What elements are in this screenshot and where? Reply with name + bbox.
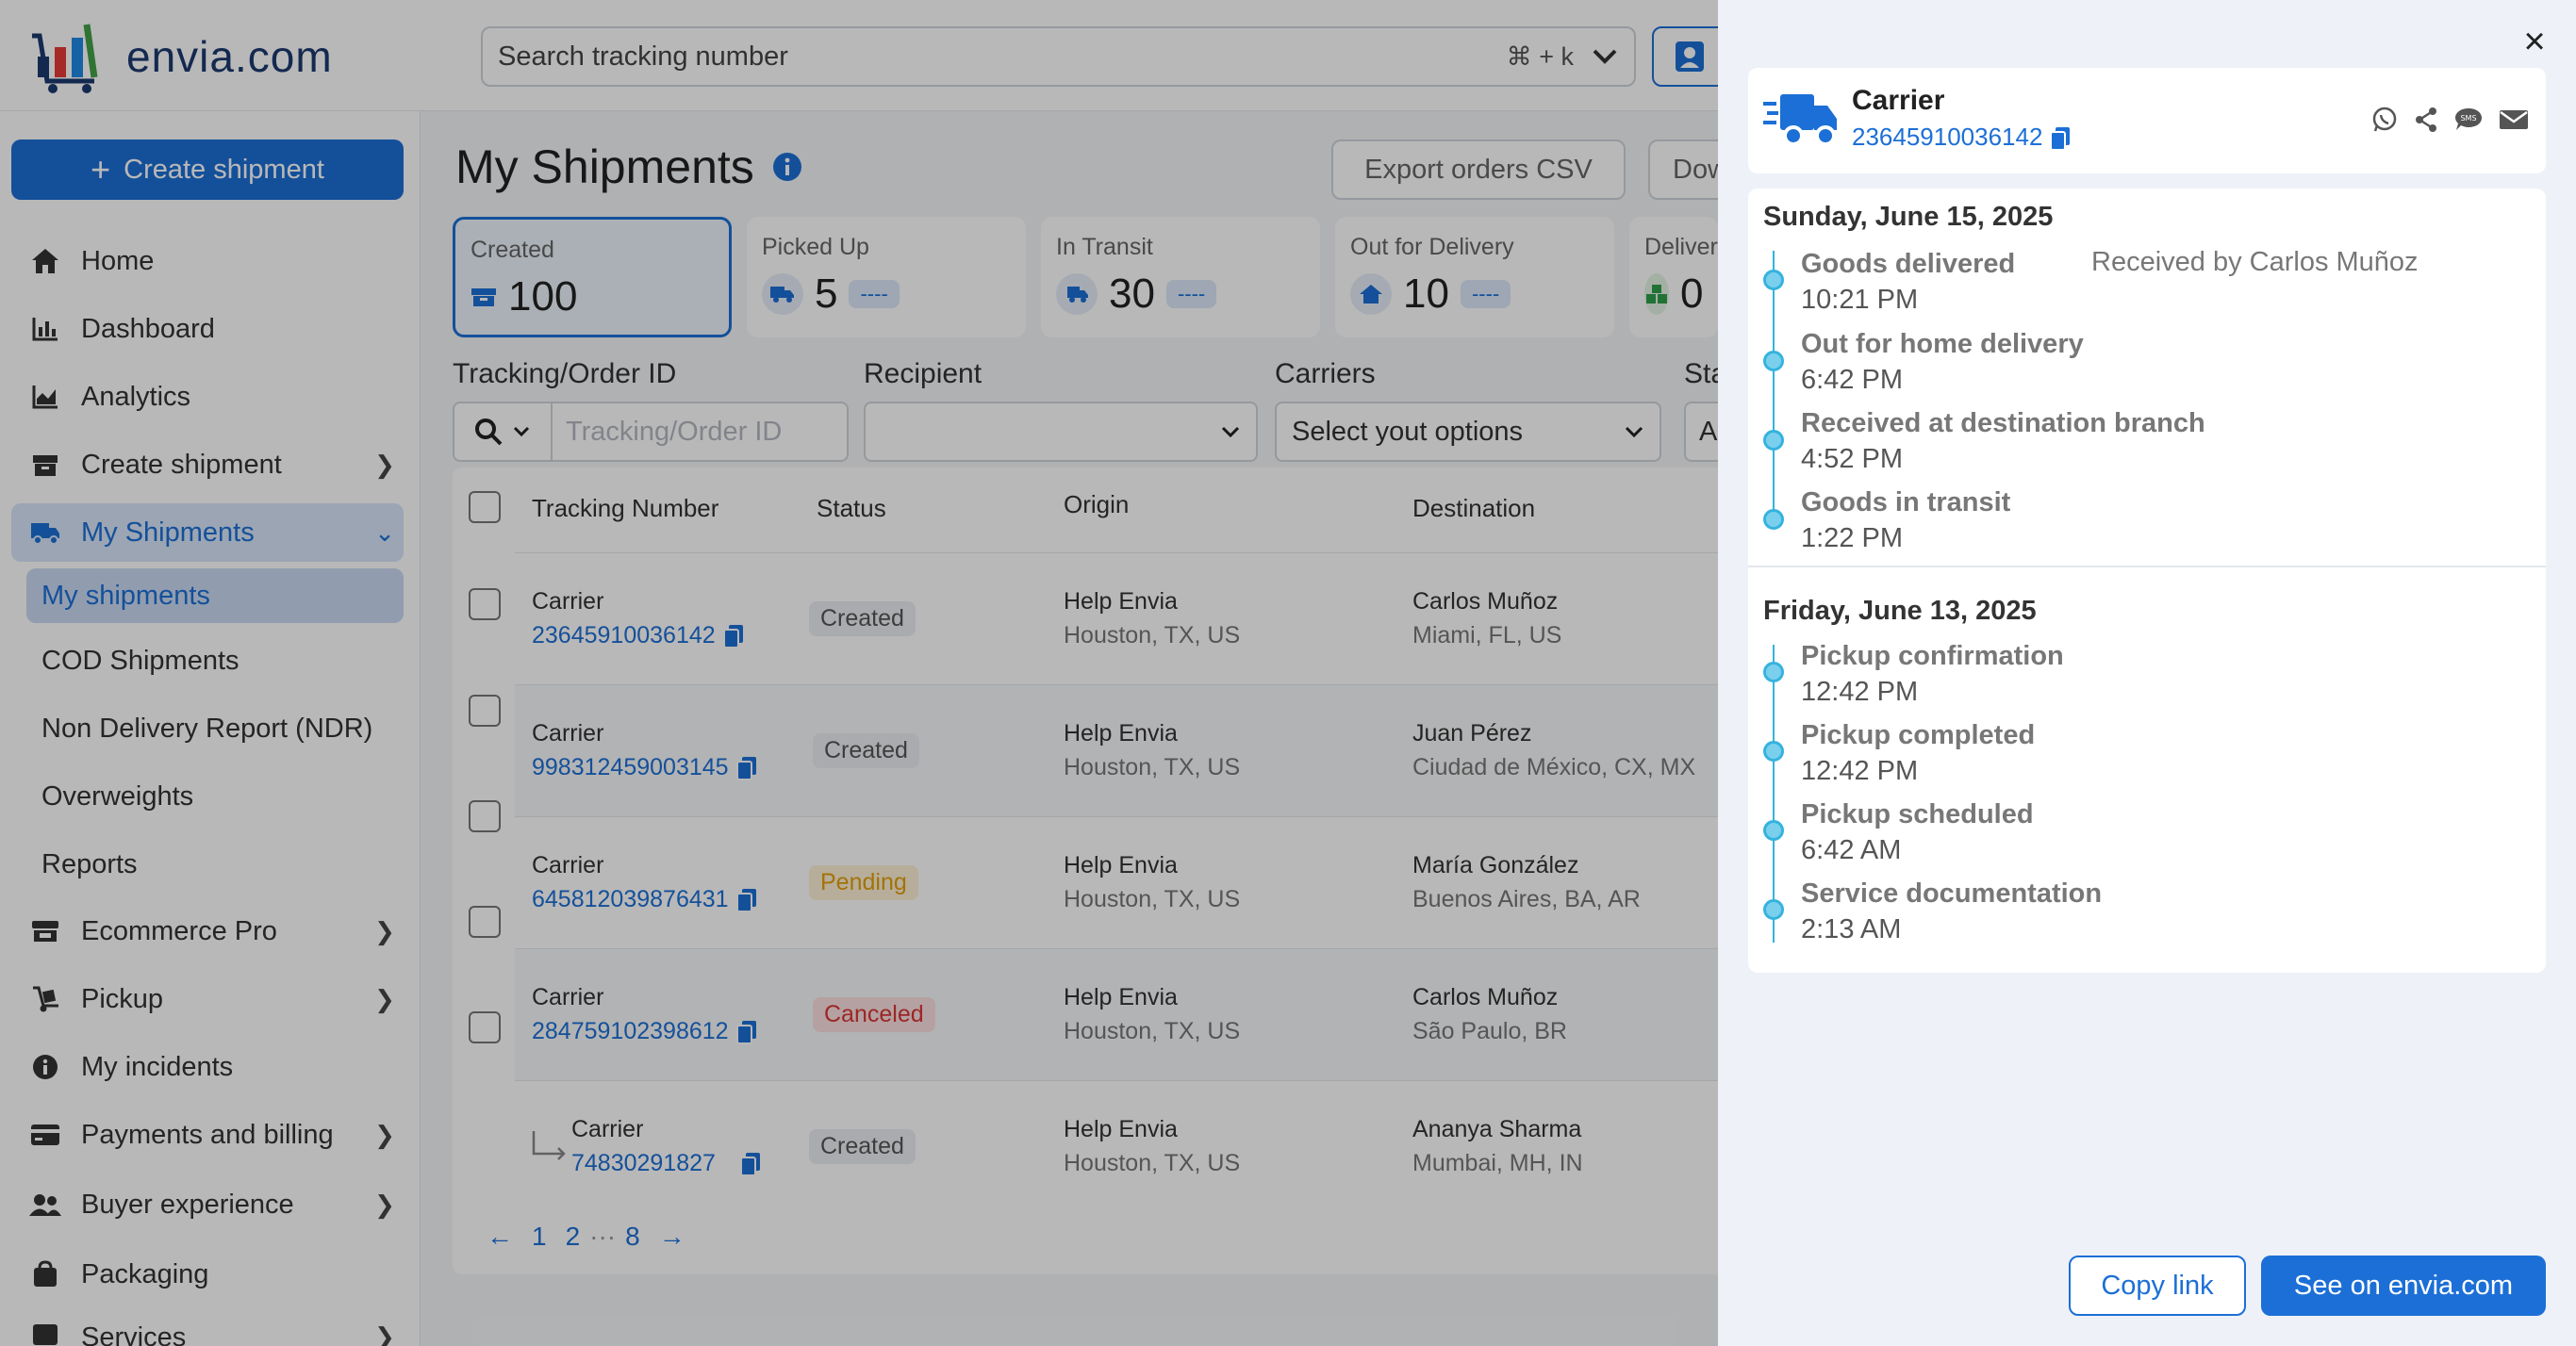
share-icon[interactable] [2414,107,2438,133]
close-icon[interactable]: × [2516,23,2553,60]
timeline-dot [1763,270,1784,290]
share-actions: SMS [2370,106,2529,134]
event-title: Goods in transit [1801,487,2011,517]
copy-link-button[interactable]: Copy link [2069,1256,2246,1316]
timeline-dot [1763,899,1784,920]
timeline-dot [1763,820,1784,841]
timeline-dot [1763,741,1784,762]
event-title: Pickup confirmation [1801,641,2064,671]
event-time: 1:22 PM [1801,523,1903,553]
event-title: Received at destination branch [1801,408,2205,438]
timeline-event: Pickup completed 12:42 PM [1801,717,2035,789]
divider [1748,566,2546,567]
timeline-event: Goods delivered 10:21 PM [1801,246,2015,318]
carrier-name: Carrier [1852,85,1945,116]
delivery-truck-icon [1763,94,1837,146]
event-title: Out for home delivery [1801,329,2084,359]
event-time: 12:42 PM [1801,677,1919,707]
whatsapp-icon[interactable] [2370,106,2399,134]
timeline-dot [1763,509,1784,530]
sms-icon[interactable]: SMS [2453,107,2484,133]
timeline-event: Pickup confirmation 12:42 PM [1801,638,2064,710]
modal-backdrop[interactable] [0,0,1718,1346]
timeline-event: Received at destination branch 4:52 PM [1801,405,2205,477]
timeline-event: Pickup scheduled 6:42 AM [1801,796,2034,868]
event-time: 4:52 PM [1801,444,1903,474]
event-time: 2:13 AM [1801,914,1902,944]
event-time: 6:42 PM [1801,365,1903,395]
timeline-dot [1763,662,1784,682]
timeline-dot [1763,351,1784,371]
event-time: 6:42 AM [1801,835,1902,865]
event-time: 12:42 PM [1801,756,1919,786]
timeline-line [1773,251,1775,520]
timeline-line [1773,645,1775,943]
timeline-date: Sunday, June 15, 2025 [1763,202,2054,232]
copy-icon[interactable] [2050,126,2071,152]
timeline-date: Friday, June 13, 2025 [1763,596,2037,626]
timeline-event: Goods in transit 1:22 PM [1801,484,2010,556]
svg-text:SMS: SMS [2460,114,2476,123]
timeline-event: Service documentation 2:13 AM [1801,876,2102,947]
timeline-event: Out for home delivery 6:42 PM [1801,326,2084,398]
event-note: Received by Carlos Muñoz [2091,247,2419,277]
tracking-link[interactable]: 23645910036142 [1852,123,2042,151]
event-title: Pickup scheduled [1801,799,2034,829]
event-title: Pickup completed [1801,720,2036,750]
timeline-dot [1763,430,1784,451]
email-icon[interactable] [2499,108,2529,131]
tracking-number: 23645910036142 [1852,123,2071,152]
see-on-envia-button[interactable]: See on envia.com [2261,1256,2546,1316]
event-title: Service documentation [1801,878,2103,909]
event-time: 10:21 PM [1801,285,1919,315]
event-title: Goods delivered [1801,249,2016,279]
